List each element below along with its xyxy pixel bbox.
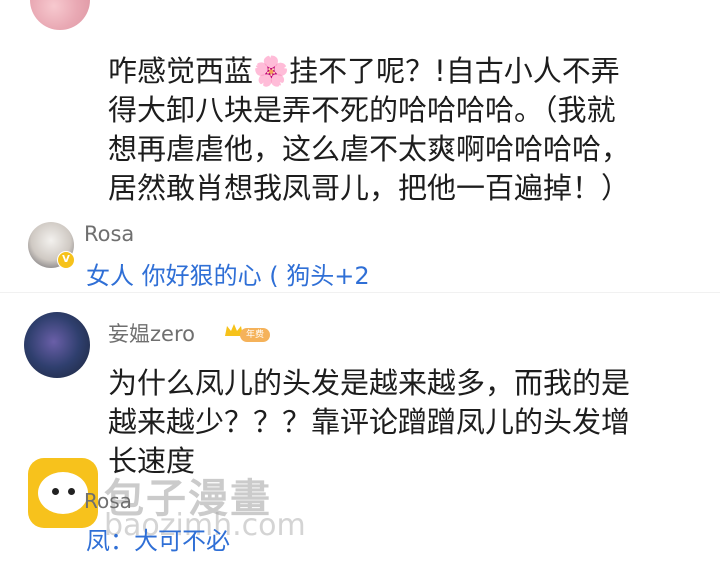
comment-text: 为什么凤儿的头发是越来越多，而我的是 越来越少？？？靠评论蹭蹭凤儿的头发增 长速…: [108, 364, 708, 481]
comment-line: 居然敢肖想我凤哥儿，把他一百遍掉！）: [108, 171, 631, 205]
user-avatar[interactable]: [30, 0, 90, 30]
comment-author[interactable]: 妄媪zero: [108, 318, 195, 348]
reply-author[interactable]: Rosa: [84, 222, 134, 246]
divider: [0, 292, 720, 293]
comment-line: 想再虐虐他，这么虐不太爽啊哈哈哈哈，: [108, 132, 631, 166]
comment-text: 咋感觉西蓝🌸挂不了呢？!自古小人不弄 得大卸八块是弄不死的哈哈哈哈。（我就 想再…: [108, 52, 708, 208]
reply-author[interactable]: Rosa: [84, 489, 132, 513]
comment-line: 为什么凤儿的头发是越来越多，而我的是: [108, 366, 631, 400]
reply-text[interactable]: 凤：大可不必: [86, 521, 230, 556]
vip-badge: 年费: [240, 328, 271, 342]
comment-line: 越来越少？？？靠评论蹭蹭凤儿的头发增: [108, 405, 631, 439]
user-avatar[interactable]: [24, 312, 90, 378]
verified-icon: V: [57, 251, 75, 269]
comment-line: 咋感觉西蓝🌸挂不了呢？!自古小人不弄: [108, 54, 620, 88]
comment-line: 得大卸八块是弄不死的哈哈哈哈。（我就: [108, 93, 616, 127]
reply-text[interactable]: 女人 你好狠的心 ( 狗头+2: [86, 256, 370, 291]
